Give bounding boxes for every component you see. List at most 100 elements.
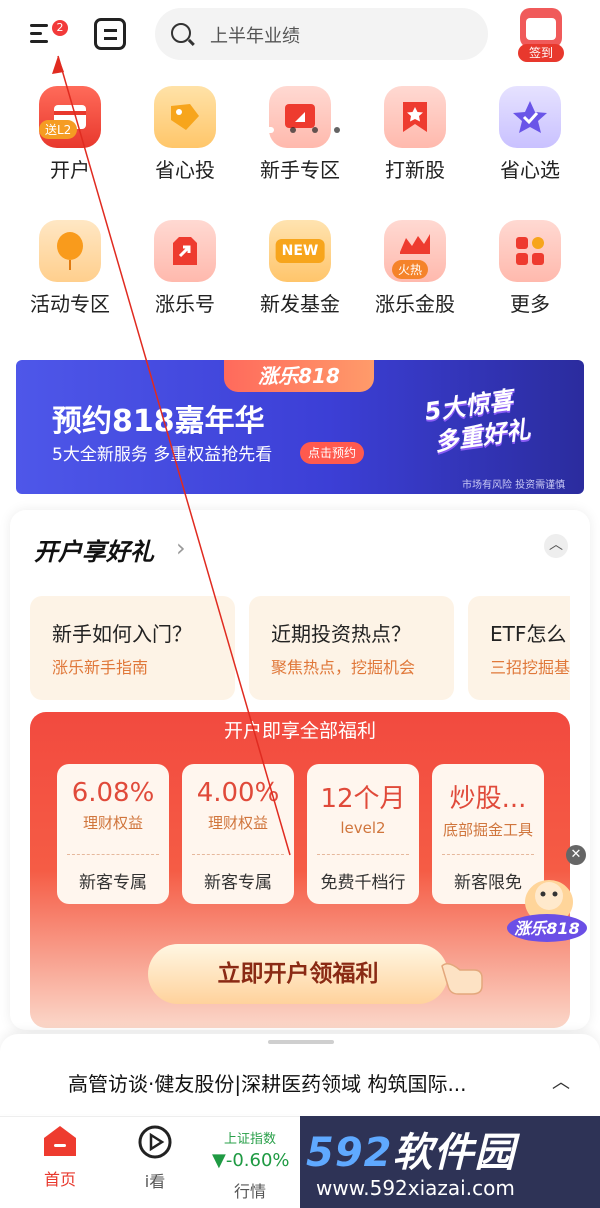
benefit-header: 开户即享全部福利 bbox=[223, 720, 376, 742]
benefit-item[interactable]: 12个月 level2 免费千档行 bbox=[307, 764, 419, 904]
shortcut-label: 新发基金 bbox=[260, 292, 340, 316]
signin-label: 签到 bbox=[518, 44, 564, 62]
chevron-up-icon[interactable]: ︿ bbox=[552, 1068, 570, 1094]
search-icon bbox=[171, 23, 191, 43]
divider bbox=[192, 854, 284, 855]
shortcut-new-fund[interactable]: NEW 新发基金 bbox=[250, 220, 350, 317]
float-badge-label: 涨乐818 bbox=[514, 919, 579, 938]
collapse-icon[interactable]: ︿ bbox=[544, 534, 568, 558]
more-icon bbox=[499, 220, 561, 282]
shortcut-label: 省心投 bbox=[155, 158, 215, 182]
guide-subtitle: 涨乐新手指南 bbox=[52, 658, 149, 677]
shortcut-label: 新手专区 bbox=[260, 158, 340, 182]
shortcut-label: 更多 bbox=[510, 292, 550, 316]
top-bar: 2 上半年业绩 签到 bbox=[0, 0, 600, 72]
benefit-value: 4.00% bbox=[196, 778, 280, 808]
newbie-zone-icon bbox=[269, 86, 331, 148]
tab-quotes[interactable]: 行情 bbox=[234, 1178, 266, 1202]
guide-card[interactable]: 新手如何入门？ 涨乐新手指南 bbox=[30, 596, 235, 700]
pointing-hand-icon bbox=[441, 963, 483, 995]
signin-button[interactable]: 签到 bbox=[514, 6, 568, 62]
watermark-number: 592 bbox=[306, 1130, 393, 1176]
benefit-item[interactable]: 4.00% 理财权益 新客专属 bbox=[182, 764, 294, 904]
pager-dot bbox=[290, 127, 296, 133]
benefit-item[interactable]: 6.08% 理财权益 新客专属 bbox=[57, 764, 169, 904]
pager-dot bbox=[334, 127, 340, 133]
guide-title: 新手如何入门？ bbox=[52, 622, 192, 646]
zhangle-hao-icon bbox=[154, 220, 216, 282]
guide-title: ETF怎么 bbox=[490, 622, 567, 646]
shortcut-more[interactable]: 更多 bbox=[480, 220, 580, 317]
golden-stock-tag: 火热 bbox=[392, 260, 429, 279]
new-fund-icon: NEW bbox=[269, 220, 331, 282]
guide-title: 近期投资热点？ bbox=[271, 622, 411, 646]
tab-home[interactable]: 首页 bbox=[40, 1124, 80, 1190]
guide-card[interactable]: ETF怎么 三招挖掘基 bbox=[468, 596, 570, 700]
benefit-value: 6.08% bbox=[71, 778, 155, 808]
shortcut-label: 活动专区 bbox=[30, 292, 110, 316]
card-title[interactable]: 开户享好礼 bbox=[34, 532, 154, 567]
banner-title: 预约818嘉年华 bbox=[52, 404, 265, 439]
benefit-value: 炒股... bbox=[449, 784, 527, 814]
divider bbox=[317, 854, 409, 855]
benefit-desc: 底部掘金工具 bbox=[442, 821, 533, 839]
banner-pager bbox=[258, 118, 356, 137]
banner-reserve-button[interactable]: 点击预约 bbox=[300, 442, 365, 464]
promo-banner[interactable]: 涨乐818 预约818嘉年华 5大全新服务 多重权益抢先看 点击预约 5大惊喜 … bbox=[16, 360, 584, 494]
watermark-text: 软件园 bbox=[392, 1130, 516, 1176]
pager-dot-active bbox=[258, 127, 274, 133]
chevron-right-icon[interactable]: › bbox=[176, 534, 186, 562]
shortcut-golden-stock[interactable]: 火热 涨乐金股 bbox=[365, 220, 465, 317]
divider bbox=[442, 854, 534, 855]
pager-dot bbox=[312, 127, 318, 133]
shortcut-new-stock[interactable]: 打新股 bbox=[365, 86, 465, 183]
guide-subtitle: 三招挖掘基 bbox=[490, 658, 570, 677]
open-account-cta-button[interactable]: 立即开户领福利 bbox=[148, 944, 448, 1004]
tab-label: 首页 bbox=[43, 1170, 76, 1189]
watermark-logo: 592软件园 bbox=[306, 1120, 516, 1178]
index-name: 上证指数 bbox=[224, 1132, 277, 1147]
shortcut-label: 省心选 bbox=[500, 158, 560, 182]
activity-zone-icon bbox=[39, 220, 101, 282]
banner-chip: 涨乐818 bbox=[224, 360, 374, 392]
benefit-desc: 理财权益 bbox=[207, 814, 268, 832]
divider bbox=[67, 854, 159, 855]
guide-subtitle: 聚焦热点，挖掘机会 bbox=[271, 658, 416, 677]
golden-stock-icon: 火热 bbox=[384, 220, 446, 282]
switch-icon[interactable] bbox=[94, 18, 126, 50]
open-account-icon: 送L2 bbox=[39, 86, 101, 148]
tab-watch[interactable]: i看 bbox=[136, 1124, 174, 1192]
shortcut-easy-invest[interactable]: 省心投 bbox=[135, 86, 235, 183]
index-value: ▼-0.60% bbox=[212, 1150, 290, 1171]
tab-label: i看 bbox=[144, 1172, 166, 1191]
banner-subtitle: 5大全新服务 多重权益抢先看 bbox=[52, 445, 273, 465]
home-icon bbox=[44, 1126, 76, 1156]
easy-select-icon bbox=[499, 86, 561, 148]
shortcut-activity-zone[interactable]: 活动专区 bbox=[20, 220, 120, 317]
guide-card[interactable]: 近期投资热点？ 聚焦热点，挖掘机会 bbox=[249, 596, 454, 700]
shortcut-label: 涨乐金股 bbox=[375, 292, 455, 316]
benefit-tag: 新客专属 bbox=[204, 873, 272, 893]
menu-badge: 2 bbox=[52, 20, 68, 36]
zhangle818-float-badge[interactable]: 涨乐818 bbox=[503, 872, 589, 948]
shortcut-label: 打新股 bbox=[385, 158, 445, 182]
benefit-value: 12个月 bbox=[320, 784, 406, 814]
new-stock-icon bbox=[384, 86, 446, 148]
shortcut-label: 涨乐号 bbox=[155, 292, 215, 316]
news-headline[interactable]: 高管访谈·健友股份|深耕医药领域 构筑国际... bbox=[68, 1068, 467, 1097]
drag-handle[interactable] bbox=[268, 1040, 334, 1044]
calendar-icon bbox=[520, 8, 562, 48]
banner-risk-note: 市场有风险 投资需谨慎 bbox=[462, 480, 566, 491]
open-account-tag: 送L2 bbox=[39, 120, 78, 139]
shortcut-open-account[interactable]: 送L2 开户 bbox=[20, 86, 120, 183]
benefit-desc: level2 bbox=[340, 819, 386, 837]
benefit-desc: 理财权益 bbox=[82, 814, 143, 832]
watermark-url: www.592xiazai.com bbox=[316, 1176, 515, 1200]
shortcut-zhangle-hao[interactable]: 涨乐号 bbox=[135, 220, 235, 317]
new-fund-tag: NEW bbox=[275, 239, 325, 263]
benefit-tag: 免费千档行 bbox=[320, 873, 406, 893]
float-close-icon[interactable]: ✕ bbox=[566, 845, 586, 865]
shortcut-easy-select[interactable]: 省心选 bbox=[480, 86, 580, 183]
easy-invest-icon bbox=[154, 86, 216, 148]
search-bar[interactable]: 上半年业绩 bbox=[155, 8, 488, 60]
